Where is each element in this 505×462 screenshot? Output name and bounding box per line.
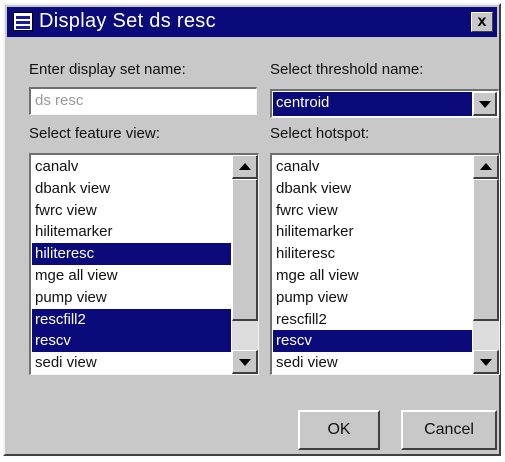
list-item[interactable]: hilitemarker <box>273 221 472 243</box>
threshold-dropdown-button[interactable] <box>473 92 497 116</box>
list-item[interactable]: sedi view <box>32 352 231 374</box>
hotspot-scrollbar[interactable] <box>473 155 499 374</box>
list-item[interactable]: dbank view <box>32 178 231 200</box>
scroll-down-button[interactable] <box>473 350 499 374</box>
list-item[interactable]: pump view <box>32 287 231 309</box>
feature-view-listbox[interactable]: canalv dbank view fwrc view hilitemarker hil… <box>29 153 259 375</box>
list-item[interactable]: rescfill2 <box>273 309 472 331</box>
arrow-up-icon <box>238 162 251 170</box>
scroll-up-button[interactable] <box>232 155 258 179</box>
display-set-name-label: Enter display set name: <box>29 61 186 78</box>
window-title: Display Set ds resc <box>39 10 216 32</box>
feature-view-label: Select feature view: <box>29 125 160 142</box>
app-icon <box>13 12 33 31</box>
list-item[interactable]: canalv <box>273 156 472 178</box>
list-item[interactable]: canalv <box>32 156 231 178</box>
list-item[interactable]: pump view <box>273 287 472 309</box>
scroll-up-button[interactable] <box>473 155 499 179</box>
hotspot-list: canalv dbank view fwrc view hilitemarker hil… <box>273 156 472 374</box>
chevron-down-icon <box>478 100 491 108</box>
dialog-window: Display Set ds resc x Enter display set … <box>3 3 501 456</box>
list-item[interactable]: rescv <box>273 330 472 353</box>
list-item[interactable]: fwrc view <box>273 200 472 222</box>
list-item[interactable]: hilitemarker <box>32 221 231 243</box>
threshold-label: Select threshold name: <box>270 61 424 78</box>
list-item[interactable]: sedi view <box>273 352 472 374</box>
feature-view-list: canalv dbank view fwrc view hilitemarker hil… <box>32 156 231 374</box>
hotspot-label: Select hotspot: <box>270 125 370 142</box>
list-item[interactable]: fwrc view <box>32 200 231 222</box>
cancel-button[interactable]: Cancel <box>401 410 497 450</box>
ok-button[interactable]: OK <box>298 410 380 450</box>
scroll-thumb[interactable] <box>232 179 258 321</box>
list-item[interactable]: hiliteresc <box>273 243 472 265</box>
scroll-down-button[interactable] <box>232 350 258 374</box>
arrow-up-icon <box>479 162 492 170</box>
threshold-selected-value: centroid <box>273 92 472 116</box>
list-item[interactable]: rescfill2 <box>32 308 231 331</box>
arrow-down-icon <box>238 358 251 366</box>
list-item[interactable]: dbank view <box>273 178 472 200</box>
title-bar[interactable]: Display Set ds resc x <box>7 7 497 37</box>
list-item[interactable]: rescv <box>32 330 231 353</box>
list-item[interactable]: mge all view <box>32 265 231 287</box>
list-item[interactable]: hiliteresc <box>32 243 231 265</box>
arrow-down-icon <box>479 358 492 366</box>
display-set-name-input[interactable]: ds resc <box>29 87 257 115</box>
hotspot-listbox[interactable]: canalv dbank view fwrc view hilitemarker hil… <box>270 153 500 375</box>
feature-view-scrollbar[interactable] <box>232 155 258 374</box>
list-item[interactable]: mge all view <box>273 265 472 287</box>
close-button[interactable]: x <box>471 12 493 32</box>
scroll-thumb[interactable] <box>473 179 499 321</box>
close-icon: x <box>477 13 487 30</box>
threshold-select[interactable]: centroid <box>270 89 499 118</box>
